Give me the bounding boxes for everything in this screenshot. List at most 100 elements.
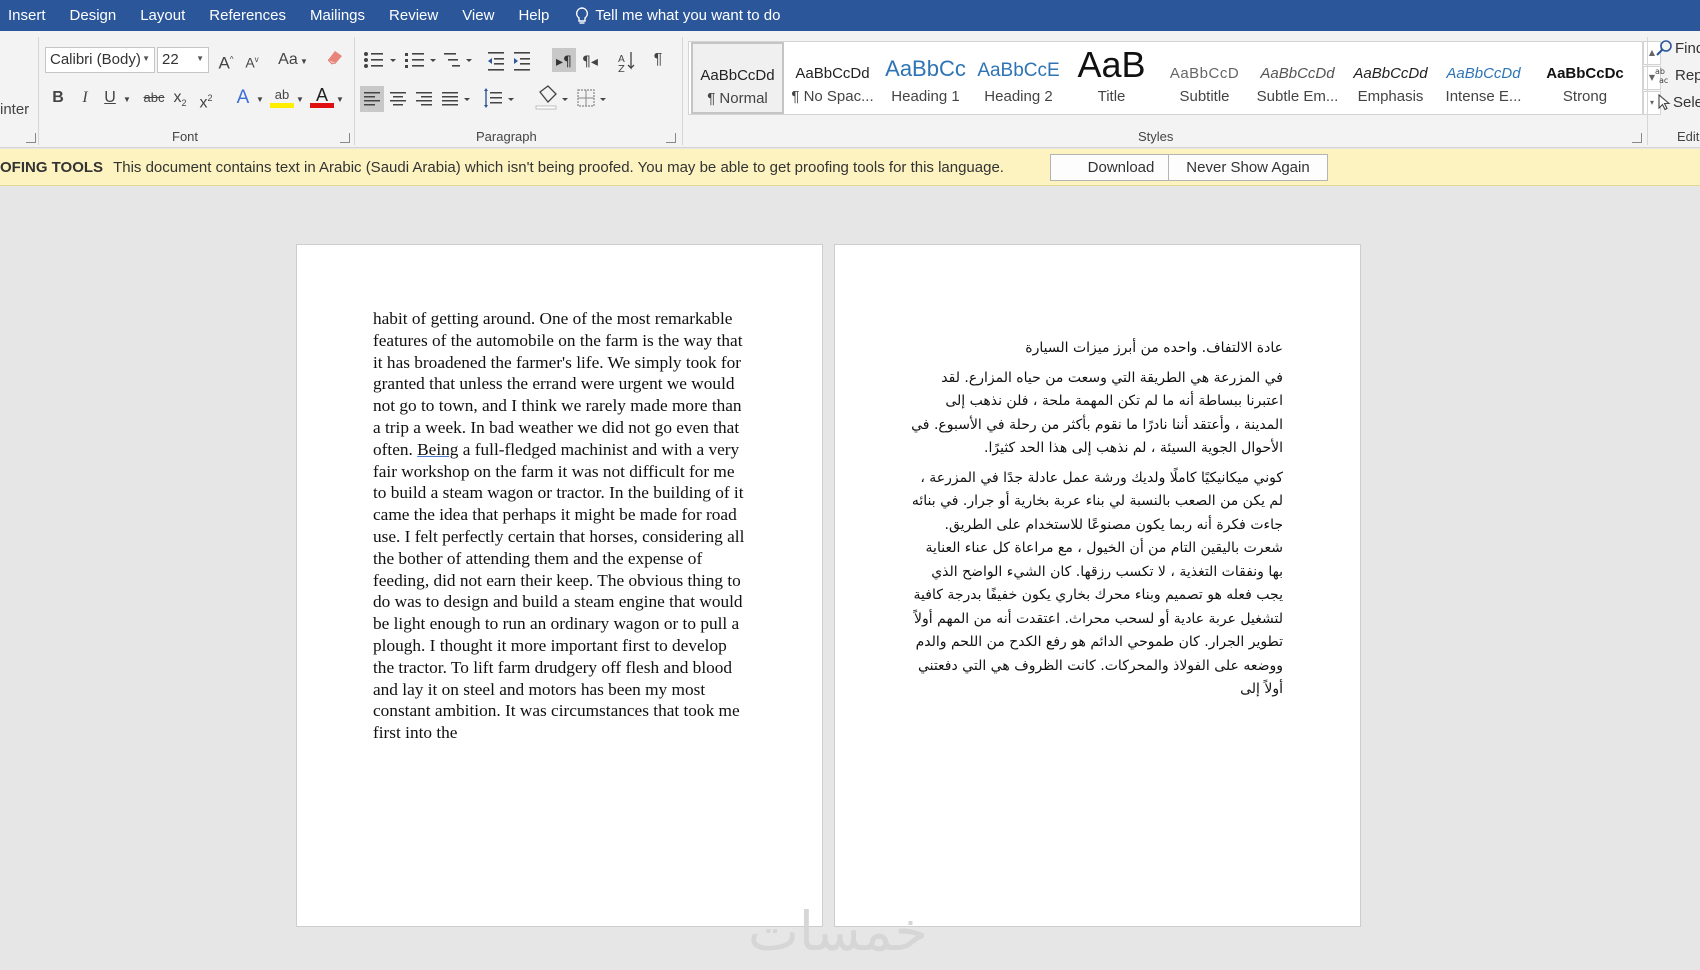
find-label: Find <box>1675 39 1700 57</box>
style-subtitle[interactable]: AaBbCcD Subtitle <box>1158 42 1251 114</box>
sort-icon[interactable]: AZ <box>618 52 635 75</box>
style-preview-text: AaBbCcDd <box>1446 65 1521 82</box>
select-button[interactable]: Sele <box>1655 93 1700 111</box>
grow-font-icon: A <box>218 53 230 73</box>
style-no-spacing[interactable]: AaBbCcDd ¶ No Spac... <box>786 42 879 114</box>
menu-bar: Insert Design Layout References Mailings… <box>0 0 1700 31</box>
clear-formatting-button[interactable] <box>324 48 346 72</box>
style-strong[interactable]: AaBbCcDc Strong <box>1530 42 1640 114</box>
style-name: Strong <box>1562 88 1608 105</box>
tell-me-search[interactable]: Tell me what you want to do <box>575 6 780 25</box>
highlight-button[interactable]: ab <box>270 84 294 108</box>
rtl-pilcrow-icon[interactable]: ¶◂ <box>582 54 598 70</box>
style-preview: AaBbCcDd <box>1251 42 1344 88</box>
replace-label: Rep <box>1675 66 1700 84</box>
tab-view[interactable]: View <box>450 7 506 24</box>
replace-icon: abac <box>1655 67 1668 84</box>
chevron-down-icon: ▼ <box>142 54 150 63</box>
arabic-text-block[interactable]: عادة الالتفاف. واحده من أبرز ميزات السيا… <box>911 337 1283 708</box>
font-size-select[interactable]: 22 ▼ <box>157 47 209 73</box>
arabic-paragraph: عادة الالتفاف. واحده من أبرز ميزات السيا… <box>1025 340 1283 356</box>
style-emphasis[interactable]: AaBbCcDd Emphasis <box>1344 42 1437 114</box>
cursor-icon <box>1658 93 1671 111</box>
style-normal[interactable]: AaBbCcDd ¶ Normal <box>691 42 784 114</box>
styles-launcher-icon[interactable] <box>1632 133 1642 143</box>
ribbon: inter Calibri (Body) ▼ 22 ▼ A^ Av Aa ▼ B I… <box>0 31 1700 148</box>
underline-button[interactable]: U <box>100 86 120 110</box>
ltr-pilcrow-icon: ▸¶ <box>556 54 572 70</box>
font-launcher-icon[interactable] <box>340 133 350 143</box>
never-show-again-button[interactable]: Never Show Again <box>1168 154 1328 181</box>
eraser-icon <box>327 51 342 65</box>
bullets-icon[interactable] <box>364 52 396 68</box>
tab-help[interactable]: Help <box>506 7 561 24</box>
line-spacing-icon[interactable] <box>484 88 514 108</box>
tab-mailings[interactable]: Mailings <box>298 7 377 24</box>
tab-layout[interactable]: Layout <box>128 7 197 24</box>
tab-review[interactable]: Review <box>377 7 450 24</box>
style-preview-text: AaBbCcE <box>977 60 1060 81</box>
document-page-left[interactable]: habit of getting around. One of the most… <box>296 244 823 927</box>
change-case-button[interactable]: Aa ▼ <box>276 48 310 72</box>
superscript-button[interactable]: x2 <box>196 86 216 111</box>
chevron-down-icon[interactable]: ▼ <box>254 88 266 112</box>
font-name-select[interactable]: Calibri (Body) ▼ <box>45 47 155 73</box>
italic-button[interactable]: I <box>75 86 95 110</box>
increase-indent-icon[interactable] <box>514 52 530 71</box>
strikethrough-button[interactable]: abc <box>140 86 168 110</box>
align-right-icon[interactable] <box>416 92 432 106</box>
replace-button[interactable]: ab ac Rep <box>1655 66 1700 85</box>
search-icon <box>1656 40 1672 56</box>
tab-insert[interactable]: Insert <box>0 7 58 24</box>
shading-icon[interactable] <box>535 85 568 110</box>
multilevel-list-icon[interactable] <box>444 53 472 67</box>
borders-icon[interactable] <box>577 89 606 107</box>
tab-design[interactable]: Design <box>58 7 129 24</box>
change-case-icon: Aa <box>278 51 298 68</box>
font-group-label: Font <box>172 129 199 144</box>
find-button[interactable]: Find <box>1655 39 1700 57</box>
clipboard-launcher-icon[interactable] <box>26 133 36 143</box>
numbering-icon[interactable] <box>405 53 436 68</box>
style-preview-text: AaBbCcDd <box>1353 65 1428 82</box>
align-center-icon[interactable] <box>390 92 406 106</box>
arabic-paragraph: في المزرعة هي الطريقة التي وسعت من حياه … <box>911 369 1283 457</box>
document-page-right[interactable]: عادة الالتفاف. واحده من أبرز ميزات السيا… <box>834 244 1361 927</box>
tab-references[interactable]: References <box>197 7 298 24</box>
chevron-down-icon[interactable]: ▼ <box>121 88 133 112</box>
style-title[interactable]: AaB Title <box>1065 42 1158 114</box>
style-preview-text: AaBbCcDd <box>1260 65 1335 82</box>
paragraph-controls: ▸¶ ¶◂ AZ <box>360 48 635 112</box>
lightbulb-icon <box>576 6 589 24</box>
style-heading-2[interactable]: AaBbCcE Heading 2 <box>972 42 1065 114</box>
show-formatting-button[interactable]: ¶ <box>648 48 668 72</box>
message-title: OFING TOOLS <box>0 158 104 176</box>
english-paragraph[interactable]: habit of getting around. One of the most… <box>373 308 751 744</box>
style-heading-1[interactable]: AaBbCc Heading 1 <box>879 42 972 114</box>
style-preview: AaB <box>1065 42 1158 88</box>
style-preview-text: AaBbCcDd <box>795 65 870 82</box>
subscript-button[interactable]: x2 <box>170 86 190 110</box>
paragraph-launcher-icon[interactable] <box>666 133 676 143</box>
grow-font-button[interactable]: A^ <box>216 48 236 73</box>
bold-button[interactable]: B <box>48 86 68 110</box>
font-color-button[interactable]: A <box>310 84 334 108</box>
style-subtle-emphasis[interactable]: AaBbCcDd Subtle Em... <box>1251 42 1344 114</box>
justify-icon[interactable] <box>442 92 470 106</box>
decrease-indent-icon[interactable] <box>488 52 504 71</box>
style-preview-text: AaBbCcDd <box>700 67 775 84</box>
separator <box>38 37 39 145</box>
grammar-flagged-word[interactable]: Being <box>417 440 458 459</box>
separator <box>1647 37 1648 145</box>
shrink-font-icon: A <box>245 54 255 71</box>
text-effects-button[interactable]: A <box>232 86 254 110</box>
chevron-down-icon[interactable]: ▼ <box>294 88 306 112</box>
shrink-font-button[interactable]: Av <box>242 48 262 72</box>
chevron-down-icon[interactable]: ▼ <box>334 88 346 112</box>
english-text-after: a full-fledged machinist and with a very… <box>373 439 745 743</box>
align-left-button[interactable] <box>360 86 384 112</box>
svg-text:Z: Z <box>618 64 625 75</box>
style-intense-emphasis[interactable]: AaBbCcDd Intense E... <box>1437 42 1530 114</box>
separator <box>354 37 355 145</box>
format-painter-label[interactable]: inter <box>0 98 34 122</box>
